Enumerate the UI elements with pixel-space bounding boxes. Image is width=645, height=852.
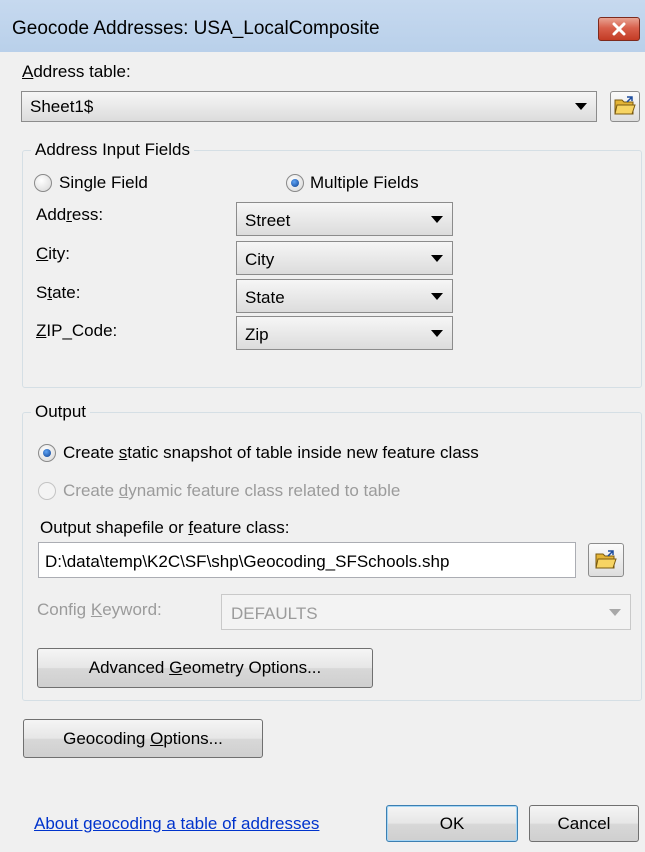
multiple-fields-radio[interactable] [286,174,304,192]
output-shapefile-value: D:\data\temp\K2C\SF\shp\Geocoding_SFScho… [45,552,450,571]
zip-code-field-label: ZIP_Code: [36,321,118,340]
state-field-label: State: [36,283,81,302]
single-field-radio[interactable] [34,174,52,192]
zip-code-field-dropdown[interactable]: Zip [236,316,453,350]
address-field-value: Street [245,211,291,230]
static-snapshot-label: Create static snapshot of table inside n… [63,443,479,462]
static-snapshot-radio[interactable] [38,444,56,462]
output-shapefile-input[interactable]: D:\data\temp\K2C\SF\shp\Geocoding_SFScho… [38,542,576,578]
ok-button[interactable]: OK [386,805,518,842]
dynamic-feature-class-label: Create dynamic feature class related to … [63,481,401,500]
address-table-value: Sheet1$ [30,97,94,116]
address-field-label: Address: [36,205,104,224]
close-x-icon [612,22,626,36]
output-shapefile-label: Output shapefile or feature class: [40,518,290,537]
multiple-fields-label: Multiple Fields [310,173,419,192]
output-group-title: Output [31,402,91,422]
chevron-down-icon [609,609,621,616]
chevron-down-icon [431,216,443,223]
cancel-button[interactable]: Cancel [529,805,639,842]
city-field-dropdown[interactable]: City [236,241,453,275]
geocoding-options-button[interactable]: Geocoding Options... [23,719,263,758]
open-folder-icon [595,550,617,569]
state-field-dropdown[interactable]: State [236,279,453,313]
help-link[interactable]: About geocoding a table of addresses [34,814,319,834]
close-button[interactable] [598,17,640,41]
chevron-down-icon [431,293,443,300]
city-field-label: City: [36,244,71,263]
config-keyword-value: DEFAULTS [231,604,318,623]
chevron-down-icon [431,255,443,262]
chevron-down-icon [431,330,443,337]
dynamic-feature-class-radio[interactable] [38,482,56,500]
address-table-label: Address table: [22,62,131,81]
config-keyword-dropdown[interactable]: DEFAULTS [221,594,631,630]
address-input-fields-title: Address Input Fields [31,140,194,160]
output-shapefile-browse-button[interactable] [588,543,624,577]
config-keyword-label: Config Keyword: [37,600,162,619]
state-field-value: State [245,288,285,307]
zip-code-field-value: Zip [245,325,269,344]
chevron-down-icon [575,103,587,110]
single-field-label: Single Field [59,173,148,192]
open-folder-icon [614,96,636,115]
address-table-dropdown[interactable]: Sheet1$ [21,91,597,122]
window-title: Geocode Addresses: USA_LocalComposite [12,18,380,39]
address-field-dropdown[interactable]: Street [236,202,453,236]
address-table-browse-button[interactable] [610,91,640,122]
advanced-geometry-options-button[interactable]: Advanced Geometry Options... [37,648,373,688]
city-field-value: City [245,250,275,269]
